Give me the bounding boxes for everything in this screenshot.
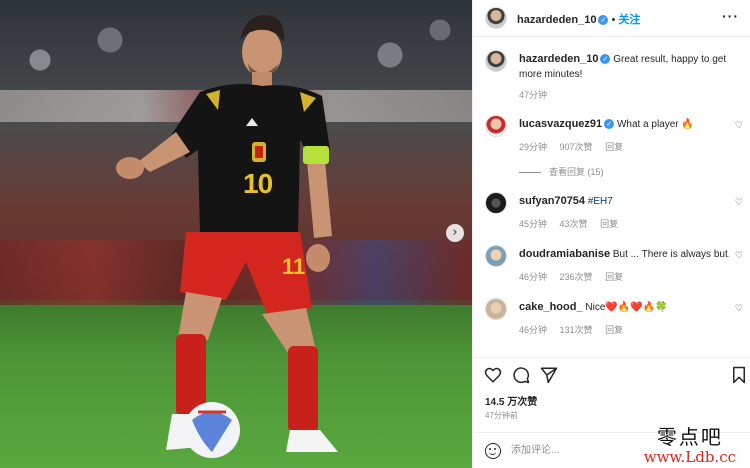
divider <box>519 172 541 174</box>
reply-button[interactable]: 回复 <box>605 272 623 282</box>
comment-meta: 46分钟 131次赞 回复 <box>519 323 633 336</box>
heart-icon[interactable]: ♡ <box>735 121 743 131</box>
comment-time: 46分钟 <box>519 325 548 335</box>
comment-username[interactable]: lucasvazquez91 <box>519 118 602 130</box>
heart-icon[interactable]: ♡ <box>735 251 743 261</box>
bookmark-icon[interactable] <box>730 366 748 384</box>
watermark: 零点吧 www.Ldb.cc <box>644 426 736 466</box>
comment-meta: 29分钟 907次赞 回复 <box>519 140 633 153</box>
reply-button[interactable]: 回复 <box>605 325 623 335</box>
view-replies-label: 查看回复 (15) <box>549 167 604 177</box>
caption-meta: 47分钟 <box>519 88 557 101</box>
jersey-number: 10 <box>243 168 273 199</box>
reply-button[interactable]: 回复 <box>600 219 618 229</box>
verified-icon: ✓ <box>600 54 611 65</box>
verified-icon: ✓ <box>598 15 609 26</box>
comments-list[interactable]: hazardeden_10 ✓ Great result, happy to ge… <box>473 38 750 356</box>
avatar[interactable] <box>485 192 507 214</box>
comment-text: Nice❤️🔥❤️🔥🍀 <box>585 302 668 313</box>
post-header: hazardeden_10 ✓ • 关注 ··· <box>473 0 750 37</box>
avatar[interactable] <box>485 50 507 72</box>
watermark-cn: 零点吧 <box>656 425 723 449</box>
comment-meta: 45分钟 43次赞 回复 <box>519 217 628 230</box>
comment-likes[interactable]: 907次赞 <box>560 142 593 152</box>
comment-time: 45分钟 <box>519 219 548 229</box>
comment-username[interactable]: doudramiabanise <box>519 248 610 260</box>
comment-likes[interactable]: 131次赞 <box>560 325 593 335</box>
action-bar <box>473 357 750 387</box>
watermark-url: www.Ldb.cc <box>643 448 736 466</box>
avatar[interactable] <box>485 245 507 267</box>
header-line: hazardeden_10 ✓ • 关注 <box>517 11 640 27</box>
comment-username[interactable]: cake_hood_ <box>519 301 583 313</box>
follow-button[interactable]: 关注 <box>618 14 640 26</box>
comment-text: What a player 🔥 <box>616 119 694 130</box>
caption-time: 47分钟 <box>519 90 548 100</box>
comment-time: 29分钟 <box>519 142 548 152</box>
caption-text-block: hazardeden_10 ✓ Great result, happy to ge… <box>519 52 729 82</box>
view-replies-button[interactable]: 查看回复 (15) <box>519 165 604 178</box>
comment-text-block: cake_hood_ Nice❤️🔥❤️🔥🍀 <box>519 300 729 315</box>
avatar[interactable] <box>485 115 507 137</box>
post-time: 47分钟前 <box>485 411 518 420</box>
more-options-icon[interactable]: ··· <box>722 8 739 24</box>
avatar[interactable] <box>485 298 507 320</box>
footballer-figure <box>116 14 338 458</box>
avatar[interactable] <box>485 7 507 29</box>
verified-icon: ✓ <box>604 119 615 130</box>
comment-time: 46分钟 <box>519 272 548 282</box>
heart-icon[interactable] <box>484 366 502 384</box>
hashtag-link[interactable]: #EH7 <box>588 196 613 207</box>
comment-likes[interactable]: 43次赞 <box>560 219 588 229</box>
reply-button[interactable]: 回复 <box>605 142 623 152</box>
emoji-icon[interactable] <box>485 443 501 459</box>
comment-meta: 46分钟 236次赞 回复 <box>519 270 633 283</box>
comment-text-block: doudramiabanise But ... There is always … <box>519 247 729 262</box>
like-count[interactable]: 14.5 万次赞 <box>485 393 537 408</box>
author-username[interactable]: hazardeden_10 <box>517 14 596 26</box>
chevron-right-icon[interactable]: › <box>446 224 464 242</box>
separator-dot: • <box>611 14 616 26</box>
comment-likes[interactable]: 236次赞 <box>560 272 593 282</box>
comment-text: But ... There is always but... <box>612 249 729 260</box>
share-icon[interactable] <box>540 366 558 384</box>
post-sidebar: hazardeden_10 ✓ • 关注 ··· hazardeden_10 ✓ Gre… <box>472 0 750 468</box>
comment-icon[interactable] <box>512 366 530 384</box>
author-username[interactable]: hazardeden_10 <box>519 53 598 65</box>
comment-text-block: sufyan70754 #EH7 <box>519 194 729 209</box>
comment-text-block: lucasvazquez91 ✓ What a player 🔥 <box>519 117 729 132</box>
comment-username[interactable]: sufyan70754 <box>519 195 585 207</box>
post-photo[interactable]: 10 11 › <box>0 0 472 468</box>
shorts-number: 11 <box>282 254 306 279</box>
heart-icon[interactable]: ♡ <box>735 304 743 314</box>
heart-icon[interactable]: ♡ <box>735 198 743 208</box>
comment-input[interactable] <box>511 442 661 458</box>
